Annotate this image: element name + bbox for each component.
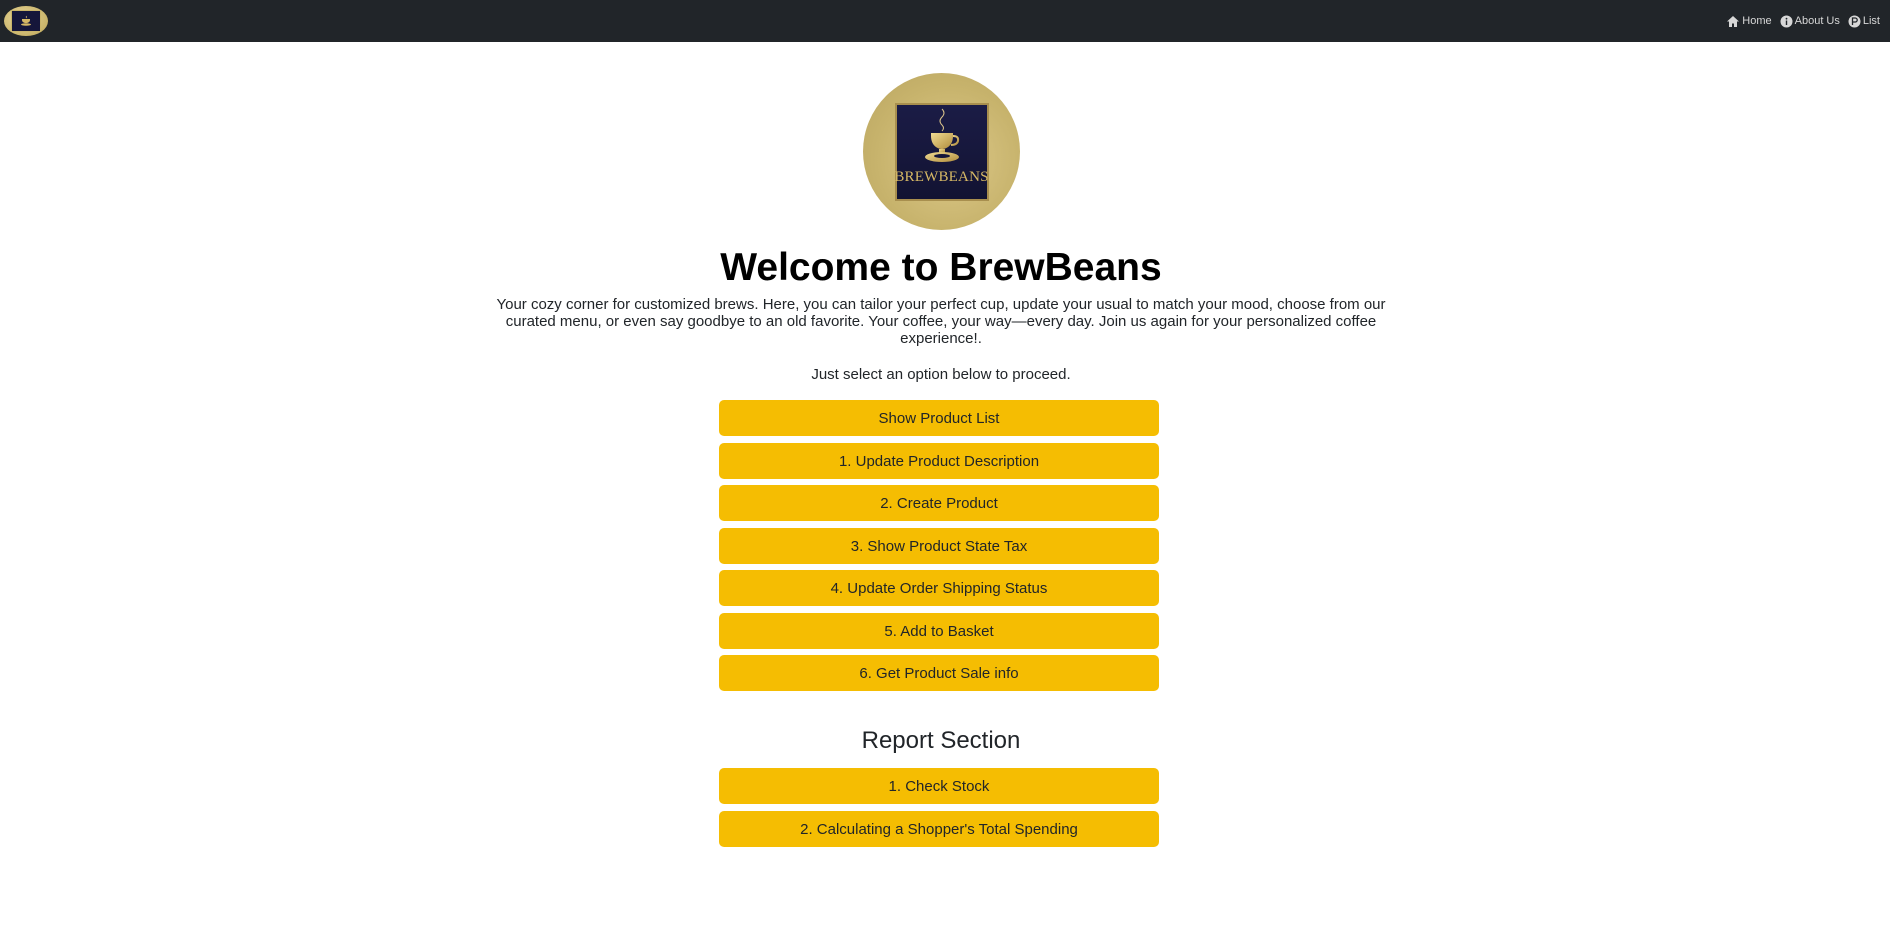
brand-logo-badge bbox=[11, 10, 41, 32]
shopper-total-spending-button[interactable]: 2. Calculating a Shopper's Total Spendin… bbox=[719, 811, 1159, 847]
hero-logo-badge: BREWBEANS bbox=[894, 102, 989, 201]
show-product-list-button[interactable]: Show Product List bbox=[719, 400, 1159, 436]
add-to-basket-button[interactable]: 5. Add to Basket bbox=[719, 613, 1159, 649]
page-title: Welcome to BrewBeans bbox=[720, 246, 1162, 289]
nav-home-label: Home bbox=[1742, 15, 1772, 27]
nav-links: Home About Us List bbox=[1726, 15, 1880, 28]
instruction-text: Just select an option below to proceed. bbox=[811, 366, 1071, 383]
nav-list-link[interactable]: List bbox=[1848, 15, 1880, 28]
get-product-sale-info-button[interactable]: 6. Get Product Sale info bbox=[719, 655, 1159, 691]
coffee-cup-icon bbox=[21, 15, 31, 26]
update-product-description-button[interactable]: 1. Update Product Description bbox=[719, 443, 1159, 479]
brand-logo[interactable] bbox=[4, 6, 48, 36]
hero-logo: BREWBEANS bbox=[863, 73, 1020, 230]
update-order-shipping-status-button[interactable]: 4. Update Order Shipping Status bbox=[719, 570, 1159, 606]
top-navbar: Home About Us List bbox=[0, 0, 1890, 42]
nav-about-link[interactable]: About Us bbox=[1780, 15, 1840, 28]
nav-list-label: List bbox=[1862, 15, 1880, 27]
hero-logo-wordmark: BREWBEANS bbox=[894, 168, 989, 185]
report-section-title: Report Section bbox=[861, 727, 1021, 754]
info-icon bbox=[1780, 15, 1793, 27]
list-icon bbox=[1848, 15, 1861, 27]
home-icon bbox=[1727, 15, 1740, 27]
nav-home-link[interactable]: Home bbox=[1726, 15, 1772, 28]
check-stock-button[interactable]: 1. Check Stock bbox=[719, 768, 1159, 804]
coffee-cup-icon bbox=[924, 108, 959, 162]
intro-text: Your cozy corner for customized brews. H… bbox=[496, 296, 1386, 347]
create-product-button[interactable]: 2. Create Product bbox=[719, 485, 1159, 521]
show-product-state-tax-button[interactable]: 3. Show Product State Tax bbox=[719, 528, 1159, 564]
nav-about-label: About Us bbox=[1794, 15, 1840, 27]
